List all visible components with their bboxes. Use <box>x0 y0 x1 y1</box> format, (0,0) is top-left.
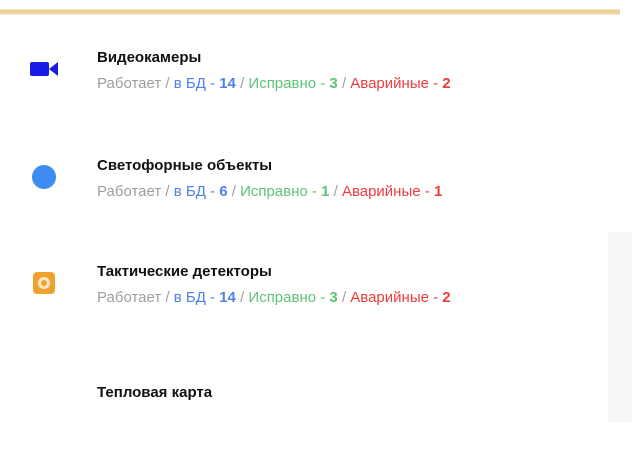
layer-stats: Работает / в БД - 14 / Исправно - 3 / Ав… <box>97 289 451 306</box>
working-label: Работает <box>97 75 162 92</box>
db-count: в БД - 6 <box>173 183 228 200</box>
layer-stats: Работает / в БД - 14 / Исправно - 3 / Ав… <box>97 75 451 92</box>
layer-item-tactical-detectors[interactable]: Тактические детекторы Работает / в БД - … <box>0 263 600 323</box>
layer-title: Тепловая карта <box>97 384 213 401</box>
alarm-count: Аварийные - 2 <box>350 289 451 306</box>
ok-count: Исправно - 3 <box>248 289 338 306</box>
working-label: Работает <box>97 183 162 200</box>
working-label: Работает <box>97 289 162 306</box>
db-count: в БД - 14 <box>173 289 236 306</box>
ok-count: Исправно - 3 <box>248 75 338 92</box>
layer-title: Видеокамеры <box>97 49 202 66</box>
layer-stats: Работает / в БД - 6 / Исправно - 1 / Ава… <box>97 183 443 200</box>
layer-item-traffic-lights[interactable]: Светофорные объекты Работает / в БД - 6 … <box>0 157 600 217</box>
layer-title: Светофорные объекты <box>97 157 273 174</box>
layer-title: Тактические детекторы <box>97 263 272 280</box>
layer-item-heat-map[interactable]: Тепловая карта <box>0 384 600 444</box>
traffic-light-dot-icon <box>28 161 60 193</box>
scrollbar-track[interactable] <box>608 232 632 422</box>
top-accent-bar <box>0 9 620 15</box>
alarm-count: Аварийные - 2 <box>350 75 451 92</box>
ok-count: Исправно - 1 <box>240 183 330 200</box>
video-camera-icon <box>28 53 60 85</box>
layer-item-video-cameras[interactable]: Видеокамеры Работает / в БД - 14 / Испра… <box>0 49 600 109</box>
alarm-count: Аварийные - 1 <box>341 183 443 200</box>
detector-icon <box>28 267 60 299</box>
db-count: в БД - 14 <box>173 75 236 92</box>
